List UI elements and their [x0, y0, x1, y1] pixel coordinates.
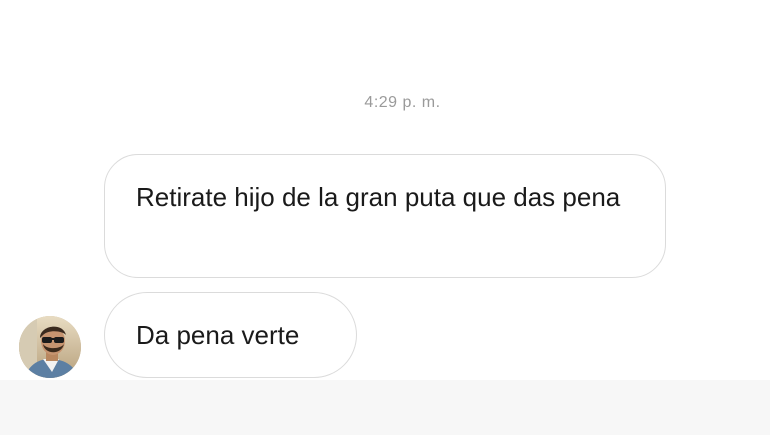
message-text: Da pena verte: [136, 320, 300, 350]
chat-thread: 4:29 p. m. Retirate hijo de la gran puta…: [0, 0, 770, 380]
message-bubble[interactable]: Retirate hijo de la gran puta que das pe…: [104, 154, 666, 278]
avatar-photo-icon: [19, 316, 81, 378]
message-text: Retirate hijo de la gran puta que das pe…: [136, 182, 621, 212]
message-timestamp: 4:29 p. m.: [364, 94, 441, 111]
message-input-area: [0, 380, 770, 435]
message-bubble[interactable]: Da pena verte: [104, 292, 357, 378]
avatar-icon[interactable]: [19, 316, 81, 378]
